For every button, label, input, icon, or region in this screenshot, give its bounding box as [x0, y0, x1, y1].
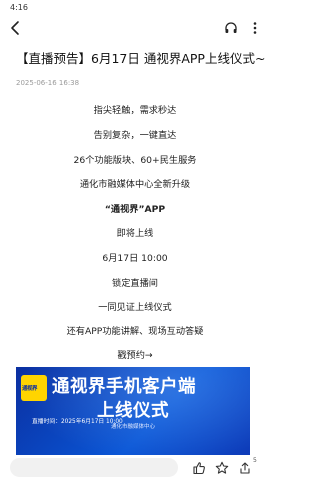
body-line: 还有APP功能讲解、现场互动答疑	[66, 326, 204, 337]
banner-org: 通化市融媒体中心	[110, 424, 155, 430]
article-title: 【直播预告】6月17日 通视界APP上线仪式~	[16, 51, 266, 66]
share-count: 5	[253, 457, 257, 464]
banner-logo-text: 通视界	[22, 386, 38, 392]
body-line: 指尖轻触，需求秒达	[93, 105, 177, 116]
body-line: 即将上线	[116, 228, 154, 239]
body-line: 锁定直播间	[112, 278, 158, 289]
bottom-bar: 5	[0, 455, 270, 480]
share-icon[interactable]	[238, 461, 252, 475]
more-dots-icon[interactable]	[248, 21, 262, 35]
event-banner[interactable]: 通视界 通视界手机客户端 上线仪式 直播时间：2025年6月17日 10:00 …	[16, 367, 250, 455]
back-arrow-icon[interactable]	[8, 20, 24, 36]
banner-title: 通视界手机客户端	[52, 377, 196, 397]
article-date: 2025-06-16 16:38	[16, 79, 80, 87]
thumbs-up-icon[interactable]	[192, 461, 206, 475]
comment-input[interactable]	[10, 458, 178, 477]
star-icon[interactable]	[215, 461, 229, 475]
body-line: 通化市融媒体中心全新升级	[79, 179, 191, 190]
status-time: 4:16	[10, 3, 28, 12]
body-line: 6月17日 10:00	[102, 253, 168, 264]
status-bar: 4:16	[0, 0, 270, 14]
top-toolbar	[0, 14, 270, 42]
body-line: 一同见证上线仪式	[98, 302, 172, 313]
reserve-link[interactable]: 戳预约→	[0, 347, 270, 361]
body-line: 告别复杂，一键直达	[93, 130, 177, 141]
headphone-icon[interactable]	[224, 21, 238, 35]
body-line: 26个功能版块、60+民生服务	[73, 155, 197, 166]
body-line: “通视界”APP	[104, 204, 166, 215]
